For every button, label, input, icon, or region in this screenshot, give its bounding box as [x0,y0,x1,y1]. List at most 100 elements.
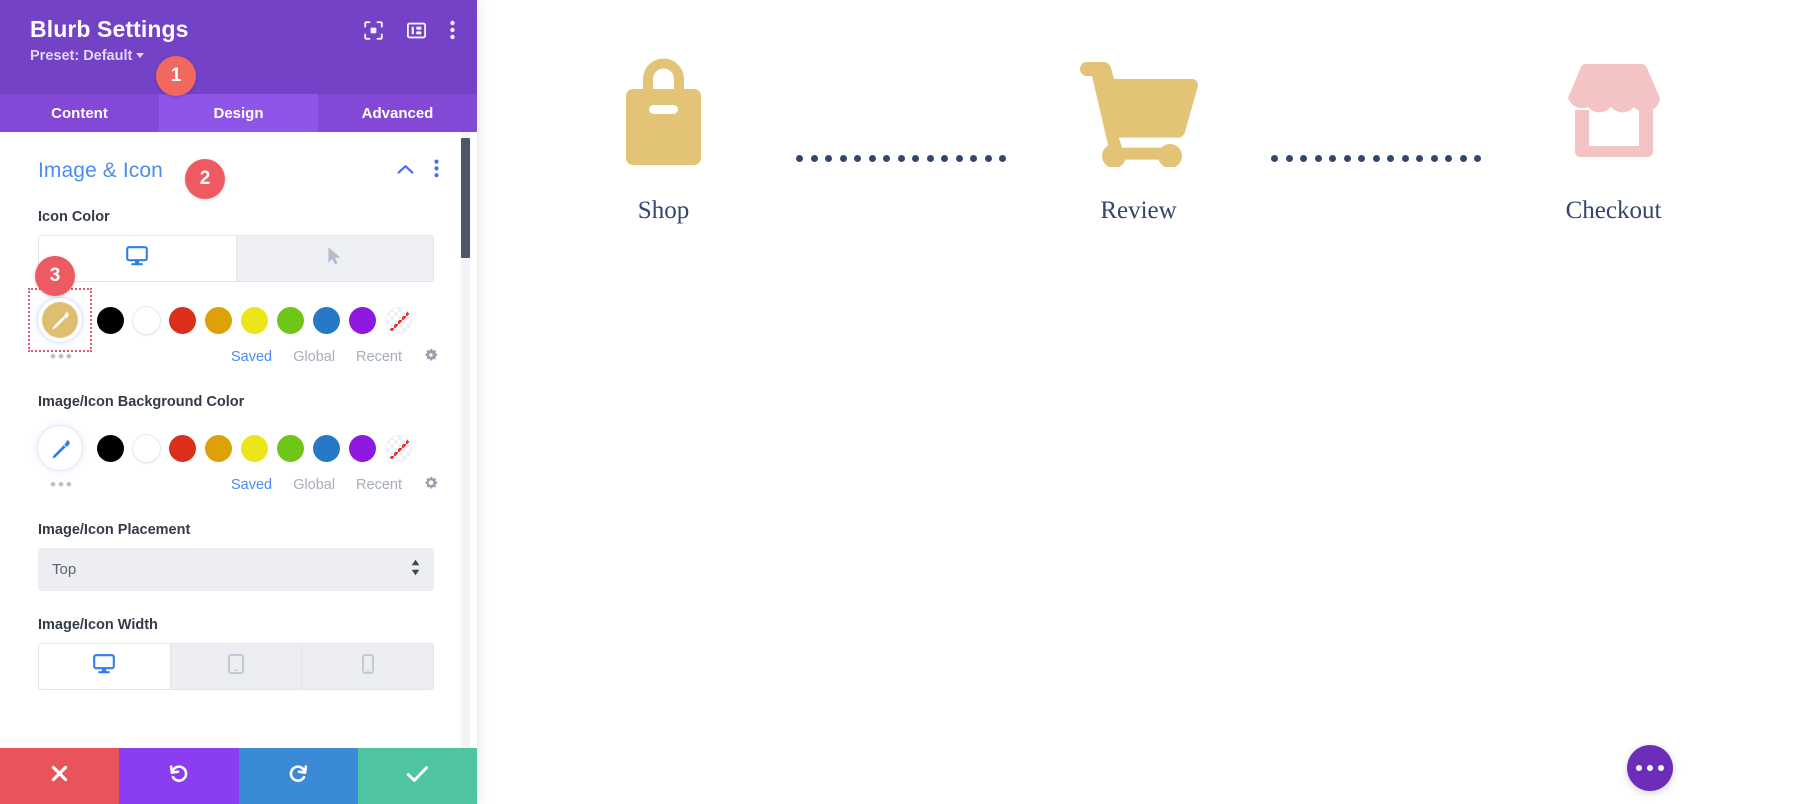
connector-dot [912,155,919,162]
step-checkout[interactable]: Checkout [1464,55,1764,225]
phone-icon [361,654,374,679]
swatch-black[interactable] [97,306,124,334]
palette-more-icon[interactable]: ••• [50,476,74,493]
more-vertical-icon[interactable] [450,20,455,45]
swatch-red[interactable] [169,434,196,462]
gear-icon[interactable] [423,475,439,496]
panel-scrollbar-thumb[interactable] [461,138,470,258]
swatch-orange[interactable] [205,434,232,462]
chevron-up-icon[interactable] [397,162,414,180]
shopping-cart-icon [1076,55,1201,167]
checkout-steps-row: Shop Review Checkout [477,55,1800,225]
connector-dot [1329,155,1336,162]
save-button[interactable] [357,748,477,804]
swatch-purple[interactable] [349,434,376,462]
palette-tab-saved[interactable]: Saved [231,477,272,493]
panel-action-bar [0,748,477,804]
checker-pattern [386,307,411,333]
tab-advanced[interactable]: Advanced [318,94,477,132]
connector-dot [1430,155,1438,162]
section-title: Image & Icon [38,159,163,182]
checkmark-icon [406,765,429,788]
device-tab-tablet[interactable] [170,644,303,689]
desktop-icon [93,654,116,679]
connector-dot [970,155,977,162]
icon-color-eyedropper-swatch[interactable] [28,288,92,352]
connector-dot [810,155,818,162]
swatch-green[interactable] [277,434,304,462]
step-shop[interactable]: Shop [514,55,814,225]
palette-tab-recent[interactable]: Recent [356,477,402,493]
image-icon-bg-color-palette [38,426,439,470]
palette-tab-global[interactable]: Global [293,477,335,493]
swatch-blue[interactable] [313,306,340,334]
focus-frame-icon[interactable] [364,20,383,45]
palette-more-icon[interactable]: ••• [50,348,74,365]
ellipsis-dot [1636,765,1642,771]
image-icon-width-label: Image/Icon Width [38,617,158,633]
swatch-transparent[interactable] [385,306,412,334]
redo-button[interactable] [238,748,358,804]
device-tab-desktop[interactable] [39,644,171,689]
swatch-blue[interactable] [313,434,340,462]
swatch-purple[interactable] [349,306,376,334]
select-value: Top [52,561,77,578]
step-label: Checkout [1565,197,1662,224]
swatch-transparent[interactable] [385,434,412,462]
connector-review-checkout [1271,155,1481,162]
tab-content[interactable]: Content [0,94,159,132]
device-tab-phone[interactable] [302,644,433,689]
undo-button[interactable] [119,748,239,804]
sort-arrows-icon [411,559,420,581]
chevron-down-icon [136,53,145,58]
swatch-yellow[interactable] [241,434,268,462]
swatch-orange[interactable] [205,306,232,334]
connector-dot [1314,155,1322,162]
ellipsis-dot [1658,765,1664,771]
section-header-actions [397,159,439,183]
connector-dot [941,155,948,162]
image-icon-placement-select[interactable]: Top [38,548,434,591]
swatch-white[interactable] [133,434,160,462]
step-badge-1: 1 [156,56,196,96]
redo-arrow-icon [288,763,309,789]
icon-color-hover-mode[interactable] [235,236,433,281]
blurb-settings-panel: Blurb Settings Preset: Default Content D… [0,0,477,804]
shopping-bag-icon [616,55,711,167]
bg-color-eyedropper-swatch[interactable] [38,426,82,470]
connector-dot [1387,155,1394,162]
palette-tab-recent[interactable]: Recent [356,349,402,365]
step-label: Review [1100,197,1177,224]
gear-icon[interactable] [423,347,439,368]
connector-dot [926,155,934,162]
ellipsis-dot [1647,765,1653,771]
connector-dot [854,155,861,162]
connector-shop-review [796,155,1006,162]
connector-dot [796,155,803,162]
connector-dot [825,155,832,162]
step-review[interactable]: Review [989,55,1289,225]
layout-columns-icon[interactable] [406,21,427,45]
icon-color-palette-meta: ••• Saved Global Recent [38,346,439,368]
swatch-yellow[interactable] [241,306,268,334]
connector-dot [1271,155,1278,162]
bg-color-palette-meta: ••• Saved Global Recent [38,474,439,496]
preset-selector[interactable]: Preset: Default [30,48,145,64]
connector-dot [1445,155,1452,162]
page-preview: Shop Review Checkout [477,0,1800,804]
more-vertical-icon[interactable] [434,159,439,183]
swatch-black[interactable] [97,434,124,462]
image-and-icon-section-header[interactable]: Image & Icon [38,132,439,183]
tab-design[interactable]: Design [159,94,318,132]
desktop-icon [126,246,149,271]
cancel-button[interactable] [0,748,120,804]
palette-tab-global[interactable]: Global [293,349,335,365]
storefront-icon [1550,55,1678,167]
palette-tab-saved[interactable]: Saved [231,349,272,365]
swatch-red[interactable] [169,306,196,334]
swatch-white[interactable] [133,306,160,334]
connector-dot [897,155,905,162]
page-settings-fab[interactable] [1627,745,1673,791]
preset-label: Preset: Default [30,48,133,64]
swatch-green[interactable] [277,306,304,334]
